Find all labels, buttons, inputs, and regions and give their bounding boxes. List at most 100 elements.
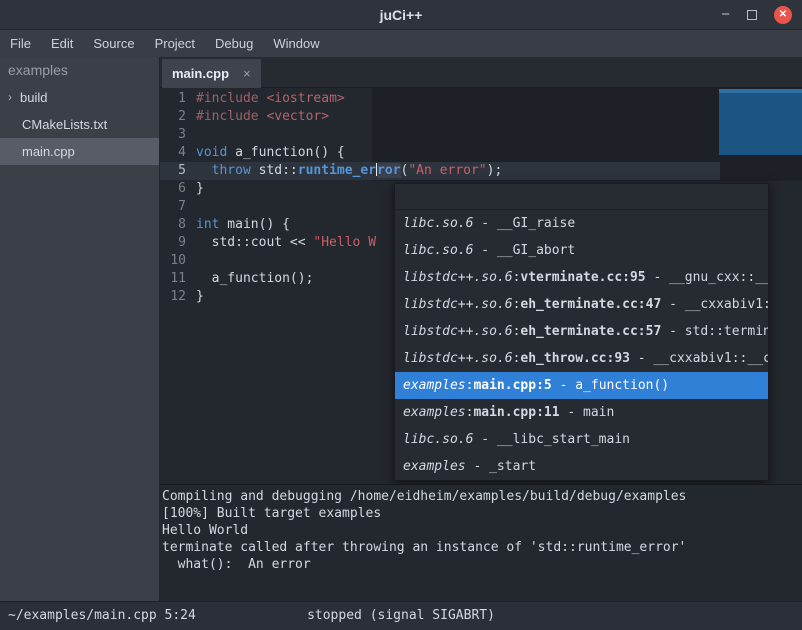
code-line[interactable]: 3 bbox=[160, 126, 502, 144]
code-text bbox=[186, 126, 196, 144]
code-token: a_function() { bbox=[227, 145, 344, 160]
terminal-line: [100%] Built target examples bbox=[162, 505, 802, 522]
code-token: } bbox=[196, 181, 204, 196]
stack-popup-header bbox=[395, 184, 768, 210]
code-text: #include <vector> bbox=[186, 108, 329, 126]
app-window: juCi++ − ✕ FileEditSourceProjectDebugWin… bbox=[0, 0, 802, 630]
code-line[interactable]: 5 throw std::runtime_error("An error"); bbox=[160, 162, 502, 180]
code-token: ); bbox=[487, 163, 503, 178]
code-token: void bbox=[196, 145, 227, 160]
menu-debug[interactable]: Debug bbox=[205, 30, 263, 57]
code-token: <iostream> bbox=[266, 91, 344, 106]
stack-frame-item[interactable]: examples - _start bbox=[395, 453, 768, 480]
code-text: #include <iostream> bbox=[186, 90, 345, 108]
line-number: 3 bbox=[160, 126, 186, 144]
terminal-line: Hello World bbox=[162, 522, 802, 539]
maximize-button[interactable] bbox=[747, 10, 757, 20]
line-number: 4 bbox=[160, 144, 186, 162]
close-button[interactable]: ✕ bbox=[774, 6, 792, 24]
frame-function: - a_function() bbox=[552, 378, 669, 393]
frame-library: libstdc++.so.6 bbox=[403, 297, 513, 312]
line-number: 7 bbox=[160, 198, 186, 216]
code-token: <vector> bbox=[266, 109, 329, 124]
code-token: main() { bbox=[219, 217, 289, 232]
minimize-button[interactable]: − bbox=[721, 0, 730, 30]
menu-bar: FileEditSourceProjectDebugWindow bbox=[0, 30, 802, 57]
tab-main-cpp[interactable]: main.cpp × bbox=[162, 59, 261, 88]
line-number: 11 bbox=[160, 270, 186, 288]
code-token bbox=[196, 163, 212, 178]
tab-bar: main.cpp × bbox=[160, 57, 802, 88]
line-number: 9 bbox=[160, 234, 186, 252]
stack-frame-item[interactable]: libc.so.6 - __GI_abort bbox=[395, 237, 768, 264]
code-text: int main() { bbox=[186, 216, 290, 234]
sidebar-item-build[interactable]: ›build bbox=[0, 84, 159, 111]
menu-source[interactable]: Source bbox=[83, 30, 144, 57]
frame-file-line: eh_terminate.cc:47 bbox=[520, 297, 661, 312]
code-token: std:: bbox=[251, 163, 298, 178]
frame-file-line: main.cpp:11 bbox=[473, 405, 559, 420]
terminal-line: what(): An error bbox=[162, 556, 802, 573]
stack-frame-item[interactable]: examples:main.cpp:11 - main bbox=[395, 399, 768, 426]
menu-file[interactable]: File bbox=[0, 30, 41, 57]
code-line[interactable]: 1#include <iostream> bbox=[160, 90, 502, 108]
stack-trace-popup: libc.so.6 - __GI_raiselibc.so.6 - __GI_a… bbox=[394, 183, 769, 481]
file-tree-sidebar: examples ›buildCMakeLists.txtmain.cpp bbox=[0, 57, 160, 601]
sidebar-item-label: main.cpp bbox=[22, 138, 75, 165]
sidebar-item-label: build bbox=[20, 84, 47, 111]
frame-library: libstdc++.so.6 bbox=[403, 351, 513, 366]
frame-function: - __GI_raise bbox=[473, 216, 575, 231]
code-text: std::cout << "Hello W bbox=[186, 234, 376, 252]
line-number: 5 bbox=[160, 162, 186, 180]
line-number: 6 bbox=[160, 180, 186, 198]
tab-close-icon[interactable]: × bbox=[243, 66, 251, 81]
code-token: "An error" bbox=[408, 163, 486, 178]
code-text: } bbox=[186, 288, 204, 306]
terminal-line: terminate called after throwing an insta… bbox=[162, 539, 802, 556]
editor-pane: main.cpp × 1#include <iostream>2#include… bbox=[160, 57, 802, 601]
stack-frame-item[interactable]: libstdc++.so.6:eh_terminate.cc:57 - std:… bbox=[395, 318, 768, 345]
line-number: 8 bbox=[160, 216, 186, 234]
stack-frame-item[interactable]: examples:main.cpp:5 - a_function() bbox=[395, 372, 768, 399]
frame-function: - __gnu_cxx::__verbos bbox=[646, 270, 768, 285]
window-controls: − ✕ bbox=[721, 0, 792, 30]
code-token: ror bbox=[377, 163, 400, 178]
code-token: int bbox=[196, 217, 219, 232]
code-text bbox=[186, 252, 196, 270]
stack-frame-item[interactable]: libstdc++.so.6:vterminate.cc:95 - __gnu_… bbox=[395, 264, 768, 291]
project-root-label: examples bbox=[0, 57, 159, 84]
frame-library: libstdc++.so.6 bbox=[403, 324, 513, 339]
window-title: juCi++ bbox=[0, 0, 802, 30]
menu-edit[interactable]: Edit bbox=[41, 30, 83, 57]
menu-window[interactable]: Window bbox=[263, 30, 329, 57]
frame-file-line: eh_terminate.cc:57 bbox=[520, 324, 661, 339]
sidebar-item-cmakelists-txt[interactable]: CMakeLists.txt bbox=[0, 111, 159, 138]
code-line[interactable]: 2#include <vector> bbox=[160, 108, 502, 126]
terminal-line: Compiling and debugging /home/eidheim/ex… bbox=[162, 488, 802, 505]
frame-function: - _start bbox=[466, 459, 536, 474]
stack-frame-item[interactable]: libc.so.6 - __libc_start_main bbox=[395, 426, 768, 453]
frame-function: - main bbox=[560, 405, 615, 420]
code-token: throw bbox=[212, 163, 251, 178]
frame-function: - __cxxabiv1::__term bbox=[661, 297, 768, 312]
tab-label: main.cpp bbox=[172, 66, 229, 81]
sidebar-item-main-cpp[interactable]: main.cpp bbox=[0, 138, 159, 165]
stack-frame-item[interactable]: libstdc++.so.6:eh_throw.cc:93 - __cxxabi… bbox=[395, 345, 768, 372]
code-text: throw std::runtime_error("An error"); bbox=[186, 162, 502, 180]
frame-file-line: vterminate.cc:95 bbox=[520, 270, 645, 285]
output-terminal[interactable]: Compiling and debugging /home/eidheim/ex… bbox=[160, 484, 802, 601]
frame-library: libc.so.6 bbox=[403, 432, 473, 447]
stack-frame-item[interactable]: libc.so.6 - __GI_raise bbox=[395, 210, 768, 237]
frame-function: - __cxxabiv1::__cxa_thro bbox=[630, 351, 768, 366]
code-text: } bbox=[186, 180, 204, 198]
code-editor[interactable]: 1#include <iostream>2#include <vector>34… bbox=[160, 88, 802, 484]
line-number: 1 bbox=[160, 90, 186, 108]
code-line[interactable]: 4 void a_function() { bbox=[160, 144, 502, 162]
frame-file-line: eh_throw.cc:93 bbox=[520, 351, 630, 366]
doc-tooltip-fragment bbox=[719, 89, 802, 155]
frame-file-line: main.cpp:5 bbox=[473, 378, 551, 393]
title-bar: juCi++ − ✕ bbox=[0, 0, 802, 30]
stack-frame-item[interactable]: libstdc++.so.6:eh_terminate.cc:47 - __cx… bbox=[395, 291, 768, 318]
code-token: #include bbox=[196, 109, 266, 124]
menu-project[interactable]: Project bbox=[145, 30, 205, 57]
